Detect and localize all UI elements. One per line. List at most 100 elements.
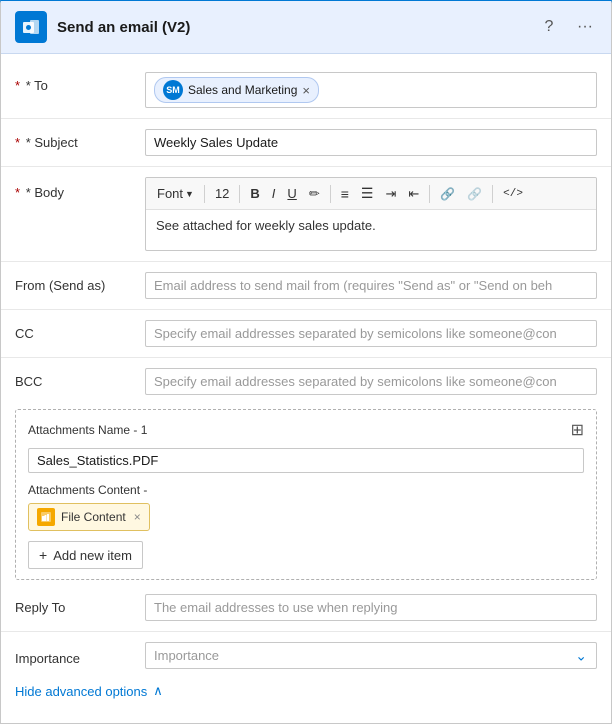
font-label: Font [157,186,183,201]
body-field-row: * * Body Font ▼ 12 [1,171,611,257]
importance-field-row: Importance Importance Low Normal High ⌄ [1,636,611,675]
attachments-name-label: Attachments Name - 1 [28,423,147,437]
file-tag-label: File Content [61,510,126,524]
divider-3 [1,261,611,262]
attach-table-icon[interactable]: ⊞ [571,420,584,440]
pencil-icon: ✏ [309,186,320,202]
unlink-icon: 🔗 [467,187,482,201]
importance-label: Importance [15,645,145,666]
outdent-button[interactable]: ⇤ [403,183,424,205]
hide-advanced-label: Hide advanced options [15,684,147,699]
reply-to-label: Reply To [15,594,145,615]
from-label: From (Send as) [15,272,145,293]
from-input[interactable] [145,272,597,299]
bold-icon: B [250,186,259,201]
cc-label: CC [15,320,145,341]
underline-icon: U [287,186,296,201]
ordered-list-icon: ☰ [361,185,374,202]
subject-input[interactable] [145,129,597,156]
hide-advanced-icon: ∧ [153,683,163,699]
subject-required: * [15,135,20,150]
cc-input[interactable] [145,320,597,347]
hide-advanced-options[interactable]: Hide advanced options ∧ [1,675,611,711]
to-tag: SM Sales and Marketing × [154,77,319,103]
help-button[interactable]: ? [537,15,561,39]
body-editor: Font ▼ 12 B I [145,177,597,251]
ordered-list-button[interactable]: ☰ [356,182,379,205]
body-field-content: Font ▼ 12 B I [145,177,597,251]
toolbar-sep-1 [204,185,205,203]
font-size-button[interactable]: 12 [210,183,234,204]
unlink-button[interactable]: 🔗 [462,184,487,204]
from-field-content [145,272,597,299]
help-icon: ? [545,18,554,36]
header-title: Send an email (V2) [57,19,190,36]
divider-2 [1,166,611,167]
italic-icon: I [272,186,276,201]
header-left: Send an email (V2) [15,11,190,43]
divider-6 [1,631,611,632]
subject-field-row: * * Subject [1,123,611,162]
link-button[interactable]: 🔗 [435,184,460,204]
attachments-box: Attachments Name - 1 ⊞ Attachments Conte… [15,409,597,580]
bcc-input[interactable] [145,368,597,395]
toolbar-sep-3 [330,185,331,203]
plus-icon: + [39,547,47,563]
bcc-field-content [145,368,597,395]
unordered-list-icon: ≡ [341,186,349,202]
toolbar-sep-2 [239,185,240,203]
file-icon [37,508,55,526]
indent-icon: ⇥ [385,186,396,202]
divider-5 [1,357,611,358]
pencil-button[interactable]: ✏ [304,183,325,205]
file-tag-close-button[interactable]: × [134,510,141,524]
more-button[interactable]: ··· [573,15,597,39]
to-tag-input[interactable]: SM Sales and Marketing × [145,72,597,108]
editor-toolbar: Font ▼ 12 B I [146,178,596,210]
reply-to-field-content [145,594,597,621]
reply-to-field-row: Reply To [1,588,611,627]
unordered-list-button[interactable]: ≡ [336,183,354,205]
tag-close-button[interactable]: × [302,84,310,97]
attachment-name-input[interactable] [28,448,584,473]
to-required: * [15,78,20,93]
subject-label: * * Subject [15,129,145,150]
bold-button[interactable]: B [245,183,264,204]
outlook-icon [15,11,47,43]
font-chevron-icon: ▼ [185,189,194,199]
attach-content-label: Attachments Content - [28,483,584,497]
subject-field-content [145,129,597,156]
toolbar-sep-5 [492,185,493,203]
code-icon: </> [503,188,523,200]
reply-to-input[interactable] [145,594,597,621]
card-body: * * To SM Sales and Marketing × * * Subj… [1,54,611,723]
body-required: * [15,185,20,200]
tag-avatar: SM [163,80,183,100]
cc-field-row: CC [1,314,611,353]
editor-content[interactable]: See attached for weekly sales update. [146,210,596,250]
italic-button[interactable]: I [267,183,281,204]
attachments-header: Attachments Name - 1 ⊞ [28,420,584,440]
to-label: * * To [15,72,145,93]
font-size-value: 12 [215,186,229,201]
importance-select[interactable]: Importance Low Normal High [145,642,597,669]
underline-button[interactable]: U [282,183,301,204]
to-field-content[interactable]: SM Sales and Marketing × [145,72,597,108]
card-header: Send an email (V2) ? ··· [1,1,611,54]
toolbar-sep-4 [429,185,430,203]
divider-1 [1,118,611,119]
bcc-label: BCC [15,368,145,389]
cc-field-content [145,320,597,347]
font-dropdown-button[interactable]: Font ▼ [152,183,199,204]
importance-wrapper: Importance Low Normal High ⌄ [145,642,597,669]
indent-button[interactable]: ⇥ [380,183,401,205]
to-field-row: * * To SM Sales and Marketing × [1,66,611,114]
attach-content-area: File Content × [28,503,584,531]
code-button[interactable]: </> [498,185,528,203]
link-icon: 🔗 [440,187,455,201]
add-new-button[interactable]: + Add new item [28,541,143,569]
add-new-label: Add new item [53,548,132,563]
tag-name: Sales and Marketing [188,83,297,97]
bcc-field-row: BCC [1,362,611,401]
email-card: ▼ Send an email (V2) ? ··· [0,0,612,724]
